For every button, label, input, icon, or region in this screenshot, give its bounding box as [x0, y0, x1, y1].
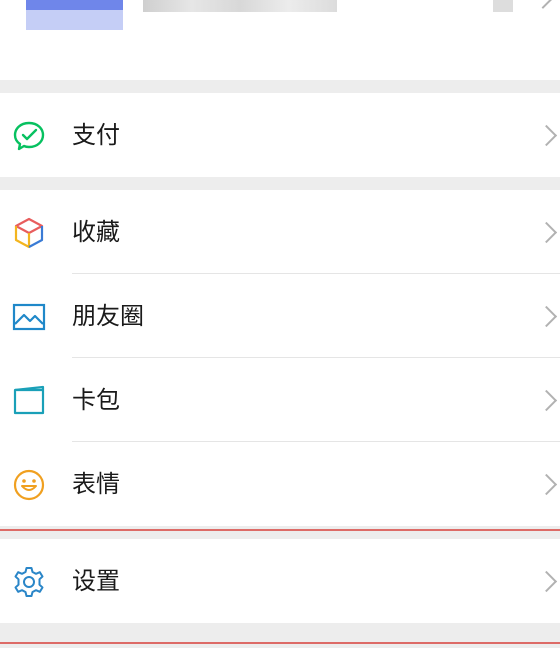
menu-item-label: 收藏 — [72, 218, 120, 246]
chevron-right-icon — [533, 0, 553, 9]
settings-group: 设置 — [0, 539, 560, 623]
picture-icon — [12, 303, 46, 331]
blurred-profile-detail — [493, 0, 513, 12]
menu-item-label: 卡包 — [72, 386, 120, 414]
chevron-right-icon — [535, 389, 558, 412]
chevron-right-icon — [535, 570, 558, 593]
menu-item-pay[interactable]: 支付 — [0, 93, 560, 177]
features-group: 收藏 朋友圈 卡包 表情 — [0, 190, 560, 526]
menu-item-label: 表情 — [72, 470, 120, 498]
menu-item-stickers[interactable]: 表情 — [0, 442, 560, 526]
menu-item-label: 朋友圈 — [72, 302, 144, 330]
pay-group: 支付 — [0, 93, 560, 177]
menu-item-cards[interactable]: 卡包 — [0, 358, 560, 442]
highlight-line — [0, 642, 560, 644]
cube-icon — [14, 217, 44, 249]
highlight-line — [0, 529, 560, 531]
chevron-right-icon — [535, 473, 558, 496]
chevron-right-icon — [535, 305, 558, 328]
menu-item-collections[interactable]: 收藏 — [0, 190, 560, 274]
wechat-pay-icon — [13, 121, 45, 151]
profile-header[interactable] — [0, 0, 560, 80]
chevron-right-icon — [535, 221, 558, 244]
menu-item-moments[interactable]: 朋友圈 — [0, 274, 560, 358]
gear-icon — [14, 567, 44, 597]
chevron-right-icon — [535, 124, 558, 147]
avatar[interactable] — [26, 0, 123, 30]
menu-item-label: 支付 — [72, 121, 120, 149]
menu-item-settings[interactable]: 设置 — [0, 539, 560, 623]
blurred-profile-name — [143, 0, 337, 12]
menu-item-label: 设置 — [72, 567, 120, 595]
card-icon — [13, 385, 45, 415]
smiley-icon — [13, 469, 45, 501]
